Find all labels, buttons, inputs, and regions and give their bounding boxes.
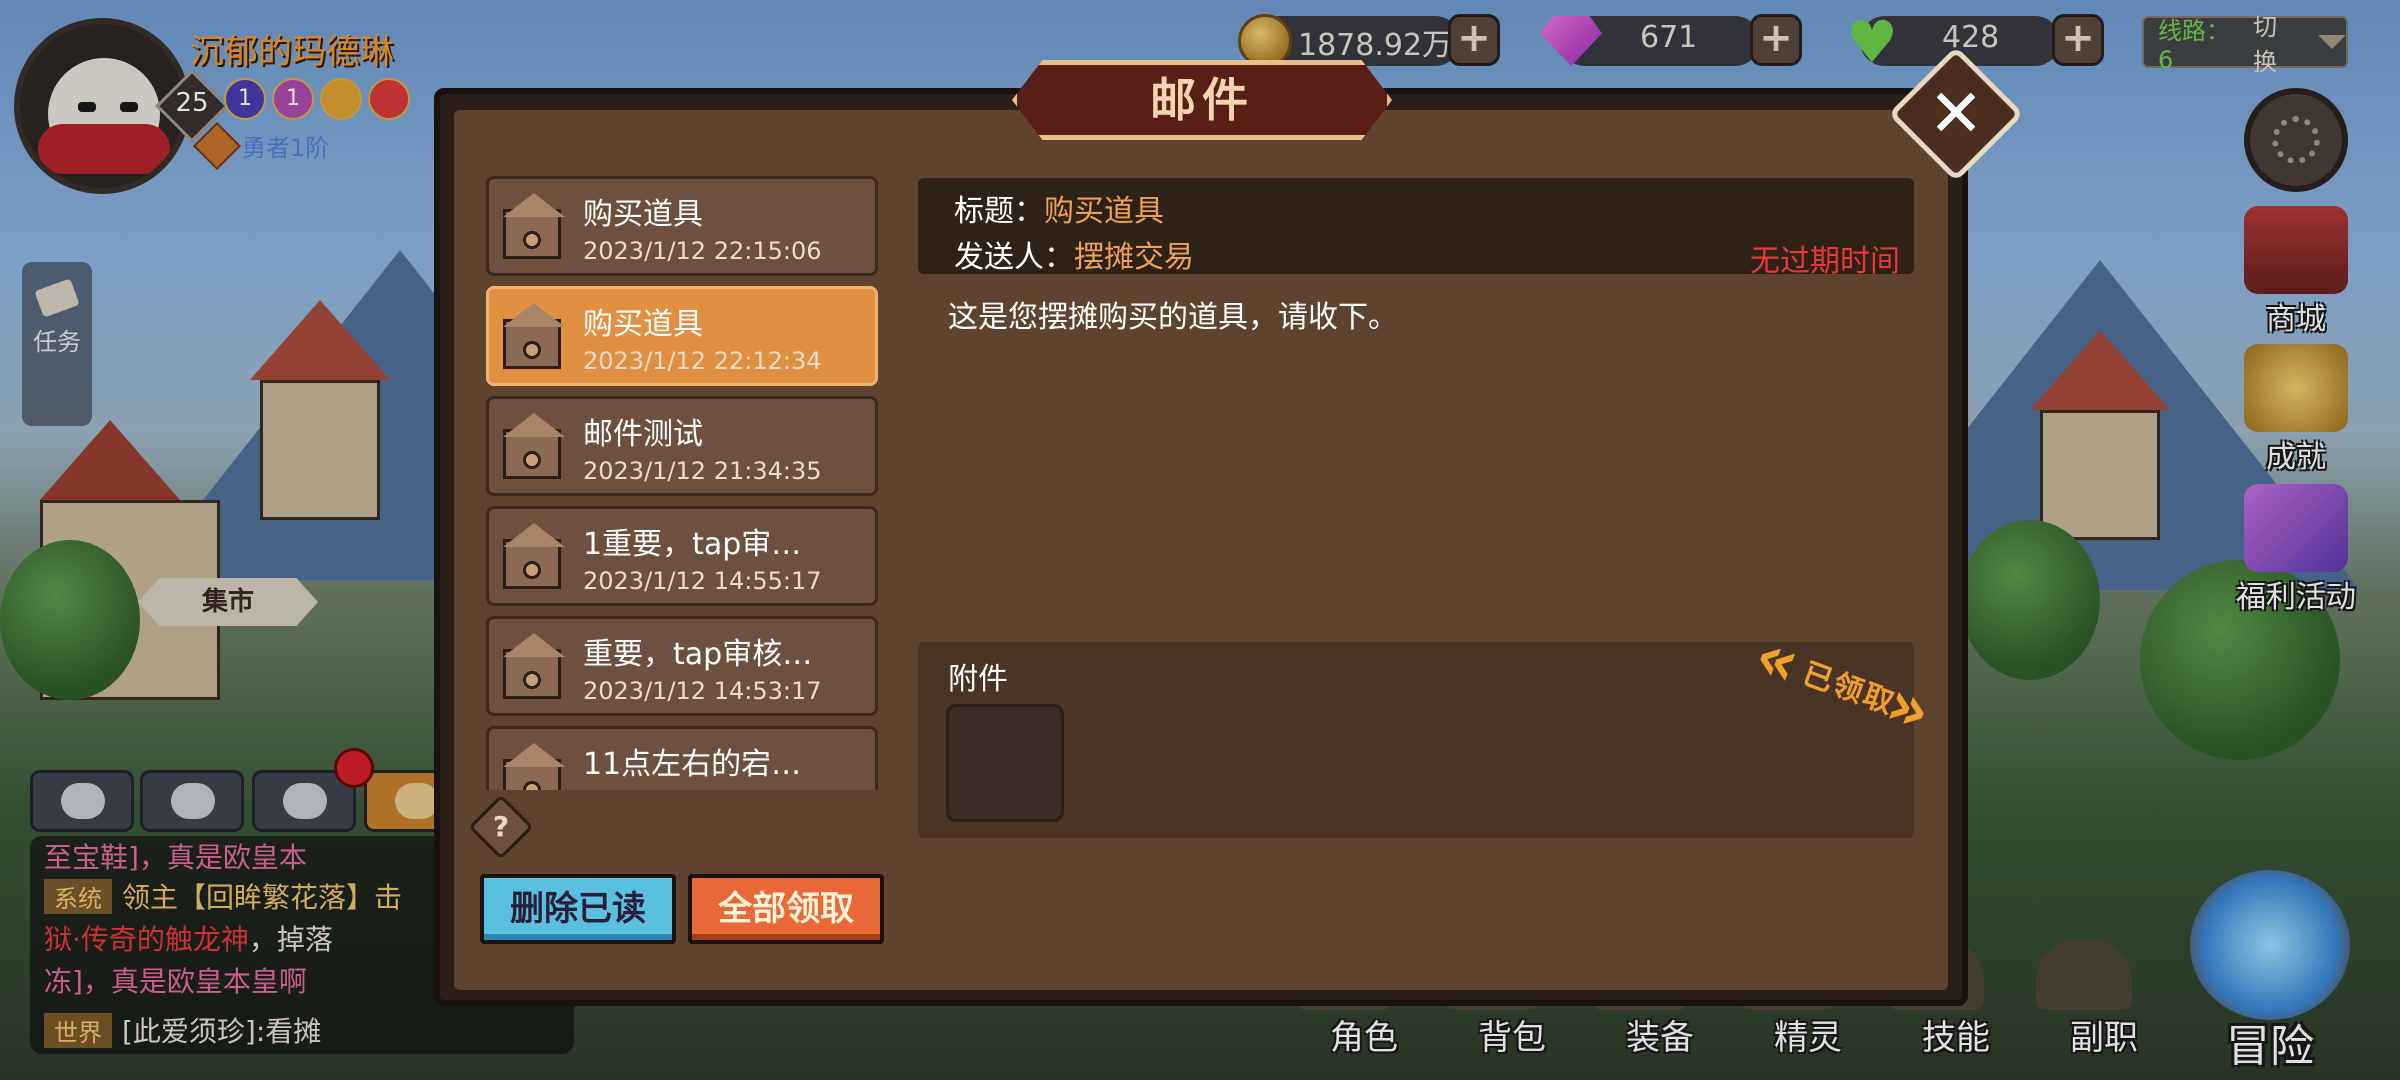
mail-date: 2023/1/12 14:55:17 (583, 567, 822, 595)
mail-title: 购买道具 (583, 197, 703, 232)
mail-date: 2023/1/12 22:12:34 (583, 347, 822, 375)
close-icon[interactable]: ✕ (1908, 66, 2004, 162)
mail-content: 这是您摆摊购买的道具，请收下。 (948, 300, 1398, 335)
subject-value: 购买道具 (1044, 194, 1164, 229)
mail-date: 2023/1/12 14:53:17 (583, 677, 822, 705)
attachment-label: 附件 (948, 662, 1008, 697)
mail-date: 2023/1/12 22:15:06 (583, 237, 822, 265)
sender-label: 发送人： (954, 240, 1074, 275)
mail-title: 11点左右的宕… (583, 747, 802, 782)
mail-item[interactable]: 邮件测试 2023/1/12 21:34:35 (486, 396, 878, 496)
mail-list[interactable]: 购买道具 2023/1/12 22:15:06 购买道具 2023/1/12 2… (482, 170, 886, 790)
envelope-icon (497, 413, 569, 485)
mail-item[interactable]: 11点左右的宕… (486, 726, 878, 790)
envelope-icon (497, 523, 569, 595)
envelope-icon (497, 193, 569, 265)
mail-title: 购买道具 (583, 307, 703, 342)
mail-item[interactable]: 1重要，tap审… 2023/1/12 14:55:17 (486, 506, 878, 606)
mail-item[interactable]: 购买道具 2023/1/12 22:15:06 (486, 176, 878, 276)
mail-title: 邮件测试 (583, 417, 703, 452)
envelope-icon (497, 743, 569, 790)
delete-read-button[interactable]: 删除已读 (480, 874, 676, 944)
mail-title: 重要，tap审核… (583, 637, 813, 672)
mail-subject-row: 标题：购买道具 (954, 186, 1164, 230)
mail-item[interactable]: 重要，tap审核… 2023/1/12 14:53:17 (486, 616, 878, 716)
envelope-icon (497, 303, 569, 375)
help-icon[interactable]: ? (478, 804, 524, 850)
sender-value: 摆摊交易 (1074, 240, 1194, 275)
mail-title: 1重要，tap审… (583, 527, 802, 562)
mail-item-selected[interactable]: 购买道具 2023/1/12 22:12:34 (486, 286, 878, 386)
attachment-slot[interactable] (946, 704, 1064, 822)
envelope-icon (497, 633, 569, 705)
mail-date: 2023/1/12 21:34:35 (583, 457, 822, 485)
mail-sender-row: 发送人：摆摊交易 (954, 232, 1194, 276)
subject-label: 标题： (954, 194, 1044, 229)
dialog-title: 邮件 (1150, 73, 1254, 127)
claim-all-button[interactable]: 全部领取 (688, 874, 884, 944)
